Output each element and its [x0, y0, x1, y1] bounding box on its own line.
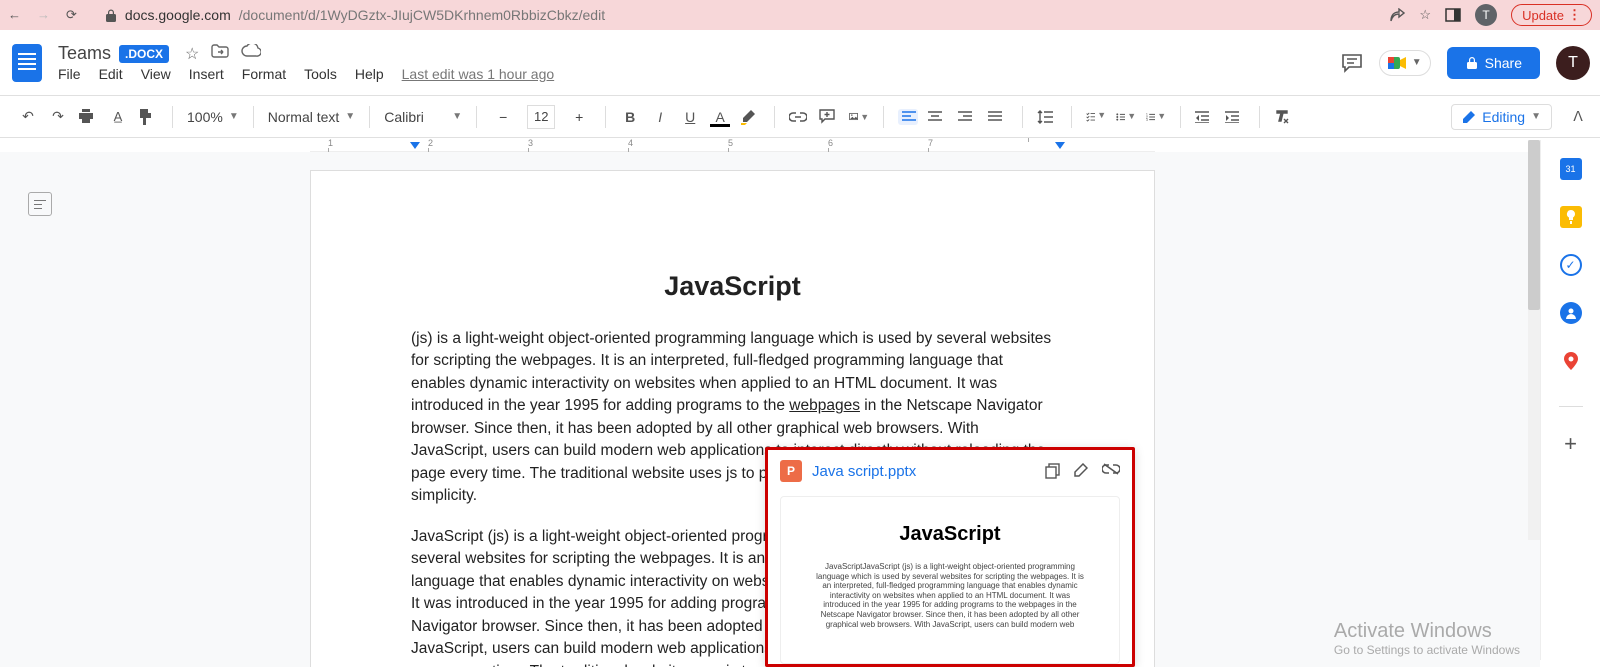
calendar-icon[interactable]: 31 [1560, 158, 1582, 180]
windows-activation-watermark: Activate Windows Go to Settings to activ… [1334, 620, 1520, 657]
menu-tools[interactable]: Tools [304, 66, 337, 82]
insert-link-icon[interactable] [789, 112, 809, 122]
paint-format-icon[interactable] [138, 109, 158, 125]
horizontal-ruler[interactable]: 1 2 3 4 5 6 7 [0, 138, 1600, 152]
docx-badge: .DOCX [119, 45, 169, 63]
last-edit-info[interactable]: Last edit was 1 hour ago [402, 66, 555, 82]
align-right-icon[interactable] [958, 111, 978, 123]
svg-text:3: 3 [1146, 117, 1148, 121]
line-spacing-icon[interactable] [1037, 110, 1057, 124]
scroll-thumb[interactable] [1528, 140, 1540, 310]
document-title[interactable]: Teams [58, 43, 111, 64]
account-avatar[interactable]: T [1556, 46, 1590, 80]
align-justify-icon[interactable] [988, 111, 1008, 123]
edit-link-icon[interactable] [1074, 463, 1088, 479]
doc-heading: JavaScript [411, 271, 1054, 302]
url-path: /document/d/1WyDGztx-JIujCW5DKrhnem0Rbbi… [239, 7, 605, 23]
move-icon[interactable] [211, 44, 229, 64]
slide-title: JavaScript [899, 523, 1000, 546]
left-indent-marker[interactable] [410, 142, 420, 149]
docs-logo-icon[interactable] [12, 44, 42, 82]
insert-image-icon[interactable]: ▼ [849, 110, 869, 123]
font-size-increase[interactable]: + [567, 105, 591, 129]
menu-view[interactable]: View [141, 66, 171, 82]
maps-icon[interactable] [1560, 350, 1582, 372]
menu-edit[interactable]: Edit [99, 66, 123, 82]
underline-icon[interactable]: U [680, 109, 700, 125]
add-comment-icon[interactable] [819, 109, 839, 124]
preview-filename-link[interactable]: Java script.pptx [812, 463, 916, 480]
text-color-icon[interactable]: A [710, 109, 730, 125]
browser-profile-avatar[interactable]: T [1475, 4, 1497, 26]
url-host: docs.google.com [125, 7, 231, 23]
highlight-icon[interactable] [740, 109, 760, 125]
comment-history-icon[interactable] [1341, 53, 1363, 73]
outline-toggle-icon[interactable] [28, 192, 52, 216]
italic-icon[interactable]: I [650, 109, 670, 125]
browser-chrome: ← → ⟳ docs.google.com/document/d/1WyDGzt… [0, 0, 1600, 30]
powerpoint-icon: P [780, 460, 802, 482]
panel-icon[interactable] [1445, 8, 1461, 22]
align-center-icon[interactable] [928, 111, 948, 123]
numbered-list-icon[interactable]: 123▼ [1146, 111, 1166, 123]
link-preview-card: P Java script.pptx JavaScript JavaScript… [765, 447, 1135, 667]
print-icon[interactable] [78, 109, 98, 124]
contacts-icon[interactable] [1560, 302, 1582, 324]
star-icon[interactable]: ☆ [1419, 7, 1431, 23]
clear-formatting-icon[interactable] [1274, 110, 1294, 124]
undo-icon[interactable]: ↶ [18, 108, 38, 125]
redo-icon[interactable]: ↷ [48, 108, 68, 125]
document-canvas: JavaScript (js) is a light-weight object… [0, 152, 1540, 667]
preview-thumbnail[interactable]: JavaScript JavaScriptJavaScript (js) is … [780, 496, 1120, 664]
nav-reload-icon[interactable]: ⟳ [66, 7, 77, 23]
lock-icon [105, 9, 117, 22]
meet-button[interactable]: ▼ [1379, 50, 1431, 76]
vertical-scrollbar[interactable] [1528, 140, 1540, 540]
align-left-icon[interactable] [898, 109, 918, 125]
checklist-icon[interactable]: ▼ [1086, 110, 1106, 123]
decrease-indent-icon[interactable] [1195, 111, 1215, 123]
menu-insert[interactable]: Insert [189, 66, 224, 82]
bold-icon[interactable]: B [620, 109, 640, 125]
paragraph-style-select[interactable]: Normal text▼ [262, 109, 361, 125]
keep-icon[interactable] [1560, 206, 1582, 228]
bullet-list-icon[interactable]: ▼ [1116, 111, 1136, 123]
add-addon-icon[interactable]: + [1560, 433, 1582, 455]
menu-help[interactable]: Help [355, 66, 384, 82]
unlink-icon[interactable] [1102, 463, 1120, 479]
share-button[interactable]: Share [1447, 47, 1540, 79]
update-button[interactable]: Update⋮ [1511, 4, 1592, 26]
font-family-select[interactable]: Calibri▼ [378, 109, 468, 125]
copy-link-icon[interactable] [1045, 463, 1060, 479]
star-doc-icon[interactable]: ☆ [185, 44, 199, 64]
increase-indent-icon[interactable] [1225, 111, 1245, 123]
menu-file[interactable]: File [58, 66, 81, 82]
editing-mode-select[interactable]: Editing ▼ [1451, 104, 1552, 130]
zoom-select[interactable]: 100%▼ [181, 109, 245, 125]
nav-back-icon[interactable]: ← [8, 7, 21, 23]
docs-header: Teams .DOCX ☆ File Edit View Insert Form… [0, 30, 1600, 96]
tasks-icon[interactable]: ✓ [1560, 254, 1582, 276]
font-size-input[interactable]: 12 [527, 105, 555, 129]
side-panel: 31 ✓ + [1540, 140, 1600, 660]
font-size-decrease[interactable]: − [491, 105, 515, 129]
slide-body-text: JavaScriptJavaScript (js) is a light-wei… [811, 562, 1089, 629]
nav-forward-icon[interactable]: → [37, 7, 50, 23]
collapse-toolbar-icon[interactable]: ᐱ [1568, 108, 1588, 125]
toolbar: ↶ ↷ A̲ 100%▼ Normal text▼ Calibri▼ − 12 … [0, 96, 1600, 138]
spellcheck-icon[interactable]: A̲ [108, 109, 128, 124]
cloud-status-icon[interactable] [241, 44, 261, 64]
menu-format[interactable]: Format [242, 66, 286, 82]
right-indent-marker[interactable] [1055, 142, 1065, 149]
menu-bar: File Edit View Insert Format Tools Help … [58, 66, 554, 82]
share-site-icon[interactable] [1389, 8, 1405, 22]
url-bar[interactable]: docs.google.com/document/d/1WyDGztx-JIuj… [105, 7, 1380, 23]
